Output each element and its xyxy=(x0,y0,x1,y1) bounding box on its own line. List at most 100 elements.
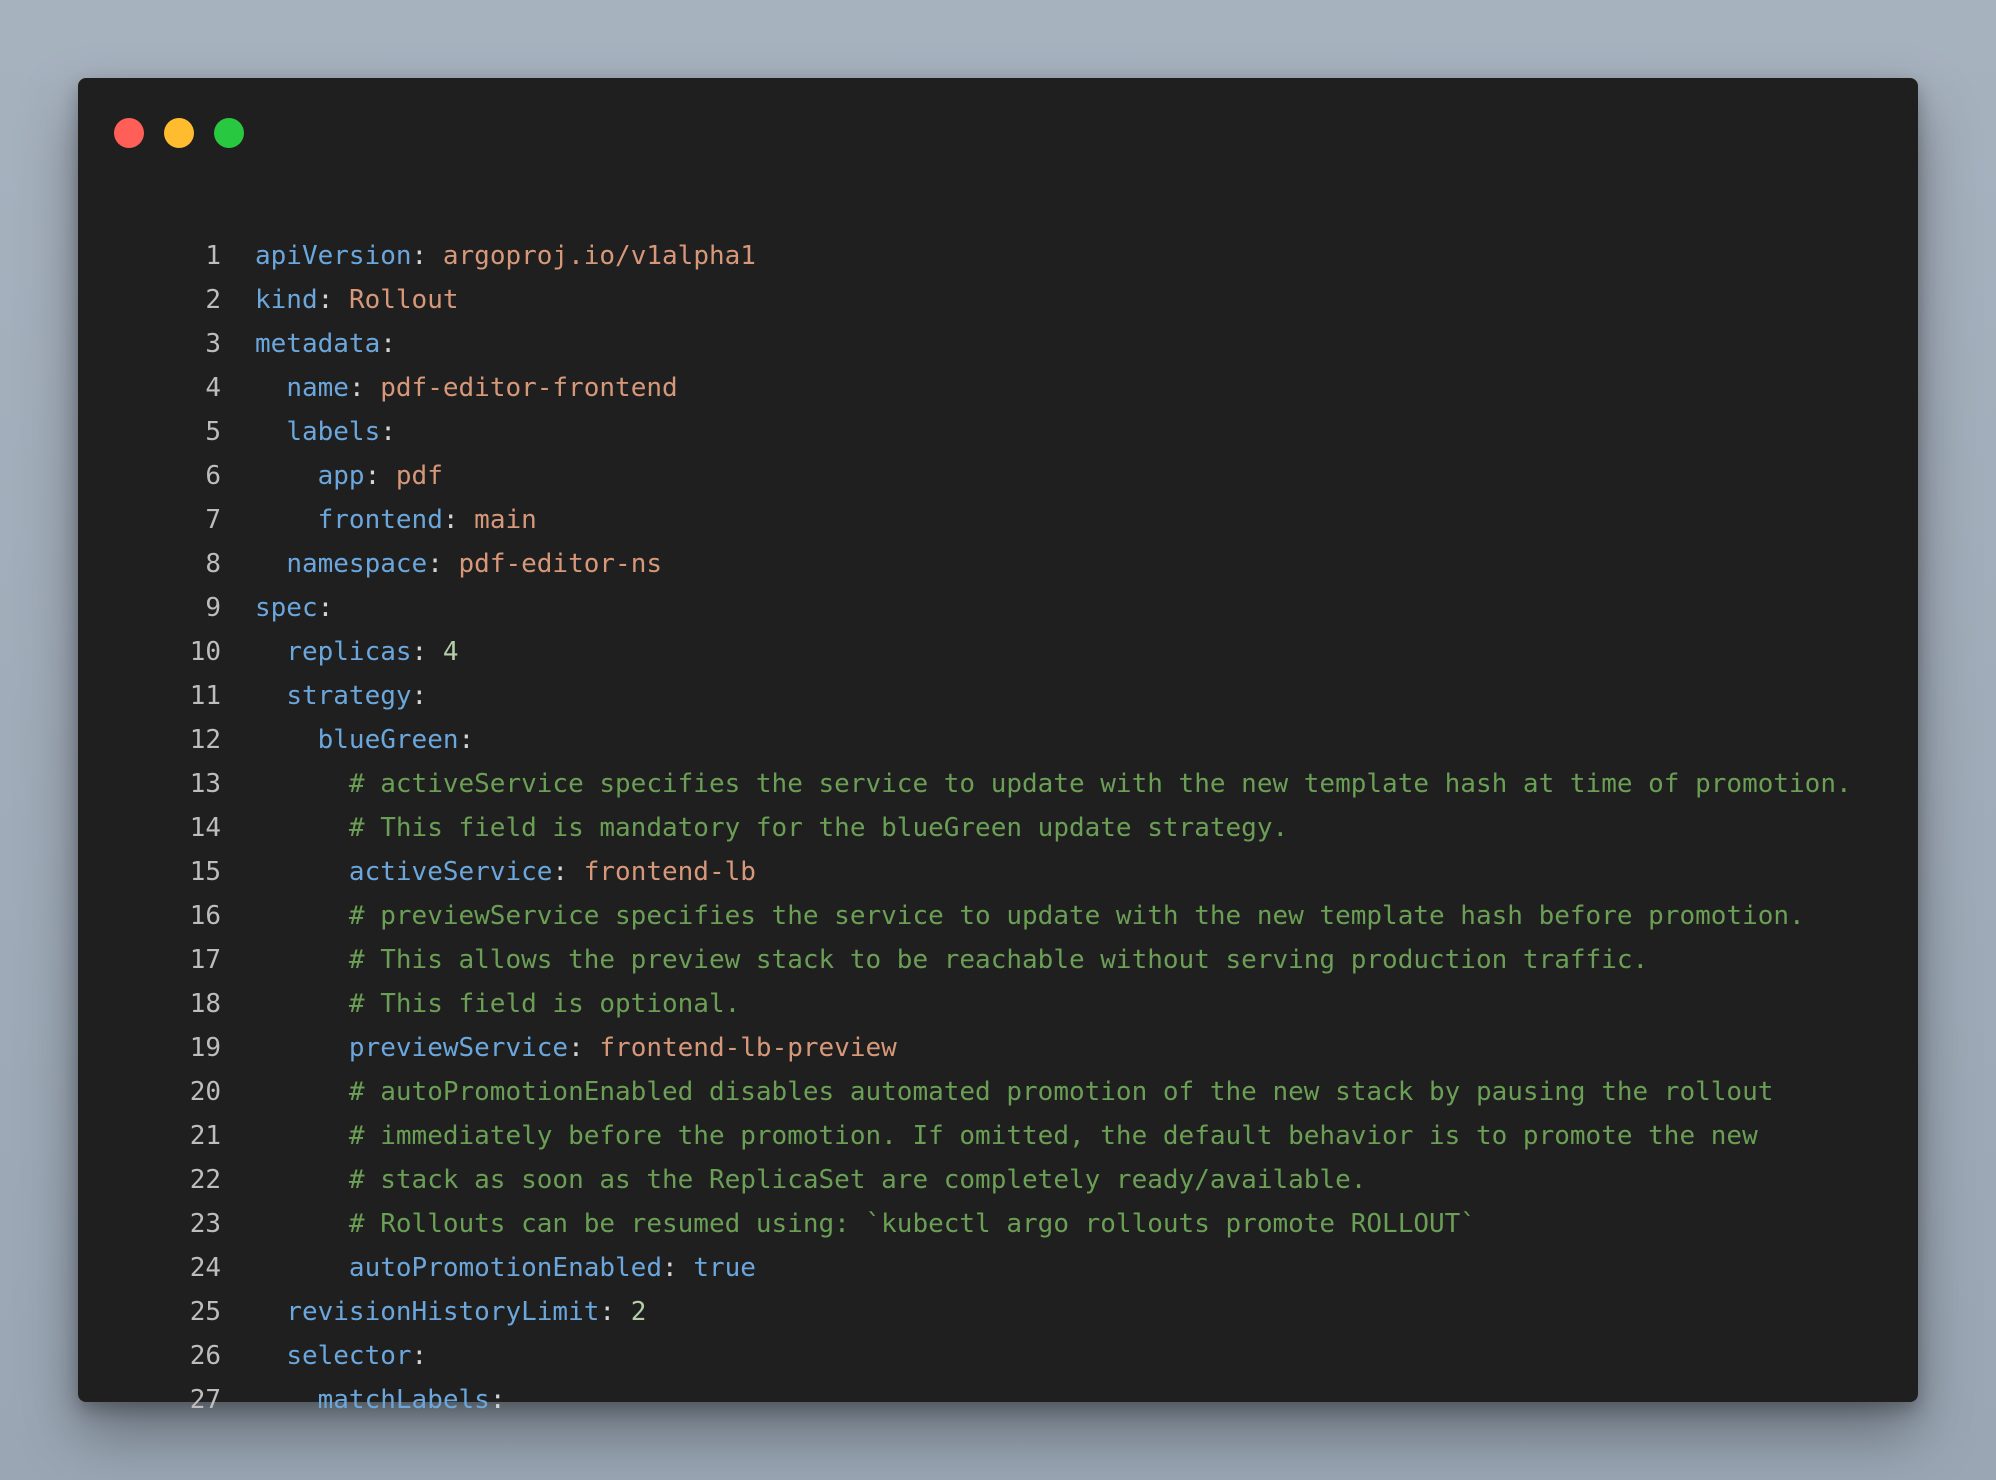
line-content: replicas: 4 xyxy=(255,637,458,667)
code-token: : xyxy=(411,1341,428,1371)
code-token: : xyxy=(427,549,459,579)
code-token: # This field is optional. xyxy=(348,989,741,1019)
code-token: true xyxy=(693,1253,756,1283)
line-content: apiVersion: argoproj.io/v1alpha1 xyxy=(255,241,756,271)
code-token: : xyxy=(552,857,584,887)
code-token: revisionHistoryLimit xyxy=(286,1297,600,1327)
code-token: : xyxy=(662,1253,694,1283)
line-number: 12 xyxy=(189,725,221,755)
code-token: # This allows the preview stack to be re… xyxy=(348,945,1649,975)
code-token: labels xyxy=(286,417,381,447)
code-line: 12 blueGreen: xyxy=(78,718,1918,762)
line-number: 5 xyxy=(205,417,221,447)
code-token: # stack as soon as the ReplicaSet are co… xyxy=(348,1165,1367,1195)
code-window: 1 apiVersion: argoproj.io/v1alpha1 2 kind: … xyxy=(78,78,1918,1415)
code-line: 16 # previewService specifies the servic… xyxy=(78,894,1918,938)
code-token: metadata xyxy=(255,329,381,359)
code-token: : xyxy=(364,461,396,491)
code-token: activeService xyxy=(348,857,553,887)
code-line: 11 strategy: xyxy=(78,674,1918,718)
line-number: 16 xyxy=(189,901,221,931)
line-content: # previewService specifies the service t… xyxy=(255,901,1805,931)
code-line: 19 previewService: frontend-lb-preview xyxy=(78,1026,1918,1070)
maximize-button[interactable] xyxy=(214,118,244,148)
line-number: 8 xyxy=(205,549,221,579)
close-button[interactable] xyxy=(114,118,144,148)
code-token: pdf-editor-frontend xyxy=(380,373,678,403)
line-number: 10 xyxy=(189,637,221,667)
code-line: 21 # immediately before the promotion. I… xyxy=(78,1114,1918,1158)
code-token: : xyxy=(348,373,381,403)
line-content: metadata: xyxy=(255,329,396,359)
line-content: autoPromotionEnabled: true xyxy=(255,1253,756,1283)
minimize-button[interactable] xyxy=(164,118,194,148)
code-line: 3 metadata: xyxy=(78,322,1918,366)
code-line: 14 # This field is mandatory for the blu… xyxy=(78,806,1918,850)
code-line: 18 # This field is optional. xyxy=(78,982,1918,1026)
code-token: matchLabels xyxy=(317,1385,490,1415)
code-line: 6 app: pdf xyxy=(78,454,1918,498)
line-content: kind: Rollout xyxy=(255,285,459,315)
code-token: : xyxy=(458,725,475,755)
code-token: : xyxy=(599,1297,631,1327)
code-line: 1 apiVersion: argoproj.io/v1alpha1 xyxy=(78,234,1918,278)
code-line: 5 labels: xyxy=(78,410,1918,454)
code-token: : xyxy=(411,241,443,271)
code-token: apiVersion xyxy=(255,241,412,271)
line-content: app: pdf xyxy=(255,461,443,491)
line-content: namespace: pdf-editor-ns xyxy=(255,549,662,579)
code-token: previewService xyxy=(348,1033,569,1063)
code-token: : xyxy=(489,1385,506,1415)
line-number: 7 xyxy=(205,505,221,535)
code-token: : xyxy=(442,505,475,535)
line-content: # This allows the preview stack to be re… xyxy=(255,945,1648,975)
code-token: pdf-editor-ns xyxy=(458,549,663,579)
line-number: 15 xyxy=(189,857,221,887)
line-content: activeService: frontend-lb xyxy=(255,857,756,887)
line-number: 26 xyxy=(189,1341,221,1371)
line-content: # Rollouts can be resumed using: `kubect… xyxy=(255,1209,1476,1239)
code-line: 25 revisionHistoryLimit: 2 xyxy=(78,1290,1918,1334)
code-line: 7 frontend: main xyxy=(78,498,1918,542)
code-token: app xyxy=(317,461,365,491)
line-number: 2 xyxy=(205,285,221,315)
code-line: 23 # Rollouts can be resumed using: `kub… xyxy=(78,1202,1918,1246)
line-number: 1 xyxy=(205,241,221,271)
line-content: selector: xyxy=(255,1341,427,1371)
line-content: matchLabels: xyxy=(255,1385,506,1415)
line-content: strategy: xyxy=(255,681,427,711)
code-token: strategy xyxy=(286,681,412,711)
line-content: name: pdf-editor-frontend xyxy=(255,373,678,403)
line-content: previewService: frontend-lb-preview xyxy=(255,1033,897,1063)
code-token: : xyxy=(411,637,443,667)
code-token: : xyxy=(317,593,334,623)
line-number: 25 xyxy=(189,1297,221,1327)
line-number: 19 xyxy=(189,1033,221,1063)
line-content: # This field is mandatory for the blueGr… xyxy=(255,813,1288,843)
line-content: # immediately before the promotion. If o… xyxy=(255,1121,1758,1151)
line-content: labels: xyxy=(255,417,396,447)
code-token: # immediately before the promotion. If o… xyxy=(348,1121,1758,1151)
code-token: # activeService specifies the service to… xyxy=(348,769,1852,799)
line-number: 18 xyxy=(189,989,221,1019)
line-number: 20 xyxy=(189,1077,221,1107)
code-token: blueGreen xyxy=(317,725,459,755)
line-number: 13 xyxy=(189,769,221,799)
code-token: replicas xyxy=(286,637,412,667)
line-content: spec: xyxy=(255,593,333,623)
